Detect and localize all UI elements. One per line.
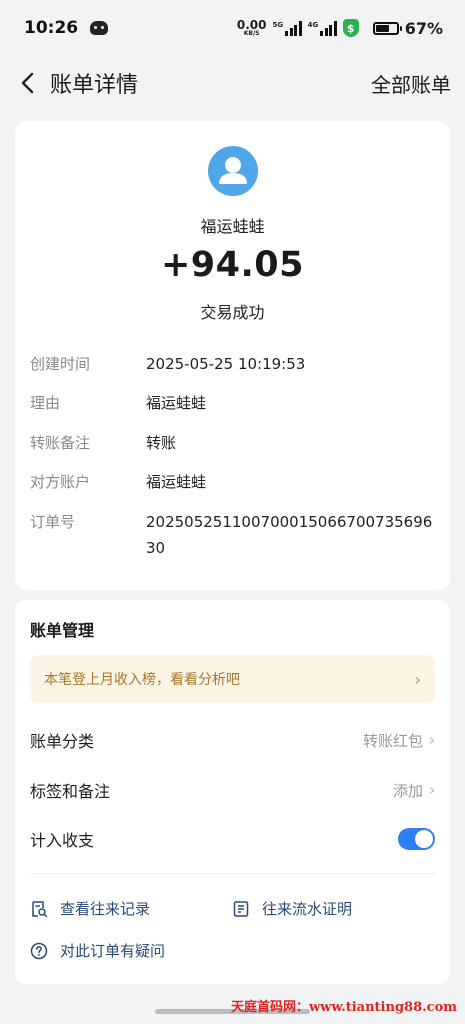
nav-header: 账单详情 全部账单: [0, 56, 465, 110]
chevron-right-icon: ›: [414, 669, 421, 689]
battery-fill: [375, 24, 389, 32]
question-icon: [30, 942, 48, 960]
view-records-label: 查看往来记录: [60, 900, 151, 918]
detail-row-created-time: 创建时间 2025-05-25 10:19:53: [30, 351, 435, 377]
banner-text: 本笔登上月收入榜，看看分析吧: [44, 672, 240, 688]
network-type-1: 5G: [272, 20, 284, 29]
detail-value: 福运蛙蛙: [146, 394, 207, 412]
order-question-label: 对此订单有疑问: [60, 942, 166, 960]
section-title: 账单管理: [30, 621, 95, 640]
network-type-2: 4G: [307, 20, 319, 29]
network-speed-unit: KB/S: [243, 30, 260, 37]
view-records-link[interactable]: 查看往来记录: [30, 898, 150, 919]
page-title: 账单详情: [50, 73, 139, 98]
detail-key: 转账备注: [30, 434, 91, 452]
include-in-stats-row: 计入收支: [30, 827, 435, 851]
user-avatar-icon: [219, 157, 247, 184]
detail-value: 福运蛙蛙: [146, 473, 207, 491]
signal-icon: [285, 20, 302, 36]
income-analysis-banner[interactable]: 本笔登上月收入榜，看看分析吧 ›: [30, 655, 435, 703]
counterparty-name: 福运蛙蛙: [200, 217, 265, 236]
detail-key: 对方账户: [30, 473, 91, 491]
transaction-amount: +94.05: [160, 245, 305, 285]
tags-remarks-value: 添加: [392, 781, 423, 800]
bill-category-row[interactable]: 账单分类 转账红包 ›: [30, 728, 435, 752]
divider: [30, 873, 435, 874]
toggle-knob: [415, 830, 433, 848]
records-search-icon: [30, 900, 48, 918]
document-icon: [232, 900, 250, 918]
signal-icon-2: [320, 20, 337, 36]
detail-row-account: 对方账户 福运蛙蛙: [30, 469, 435, 495]
status-time: 10:26: [24, 18, 79, 38]
transaction-proof-link[interactable]: 往来流水证明: [232, 898, 352, 919]
watermark: 天庭首码网：www.tianting88.com: [230, 1000, 457, 1015]
bill-management-card: 账单管理 本笔登上月收入榜，看看分析吧 › 账单分类 转账红包 › 标签和备注 …: [15, 600, 450, 984]
order-question-link[interactable]: 对此订单有疑问: [30, 940, 165, 961]
app-notification-icon: [90, 21, 109, 35]
status-icons: 0.00 KB/S 5G 4G $ 67%: [237, 19, 443, 38]
battery-percent: 67%: [404, 18, 443, 38]
chevron-right-icon: ›: [429, 731, 435, 749]
include-in-stats-label: 计入收支: [30, 831, 95, 850]
bill-category-label: 账单分类: [30, 732, 95, 751]
order-number-value[interactable]: 20250525110070001506670073569630: [146, 509, 435, 561]
avatar[interactable]: [208, 146, 258, 196]
status-bar: 10:26 0.00 KB/S 5G 4G $ 67%: [0, 0, 465, 56]
transaction-proof-label: 往来流水证明: [262, 900, 353, 918]
detail-key: 创建时间: [30, 355, 91, 373]
detail-key: 订单号: [30, 513, 76, 531]
detail-row-reason: 理由 福运蛙蛙: [30, 390, 435, 416]
include-in-stats-toggle[interactable]: [398, 828, 435, 850]
detail-key: 理由: [30, 394, 61, 412]
chevron-right-icon: ›: [429, 781, 435, 799]
back-button[interactable]: [14, 69, 42, 97]
detail-row-remark: 转账备注 转账: [30, 430, 435, 456]
battery-icon: [372, 21, 402, 35]
tags-remarks-row[interactable]: 标签和备注 添加 ›: [30, 778, 435, 802]
detail-value: 转账: [146, 434, 177, 452]
all-bills-link[interactable]: 全部账单: [371, 69, 451, 98]
tags-remarks-label: 标签和备注: [30, 782, 111, 801]
security-shield-icon: $: [342, 19, 359, 37]
network-speed: 0.00 KB/S: [237, 19, 267, 37]
bill-category-value: 转账红包: [362, 731, 423, 750]
detail-row-order-number: 订单号 20250525110070001506670073569630: [30, 509, 435, 561]
transaction-card: 福运蛙蛙 +94.05 交易成功 创建时间 2025-05-25 10:19:5…: [15, 121, 450, 590]
detail-value: 2025-05-25 10:19:53: [146, 355, 306, 373]
chevron-left-icon: [21, 72, 34, 94]
transaction-status: 交易成功: [200, 303, 265, 322]
